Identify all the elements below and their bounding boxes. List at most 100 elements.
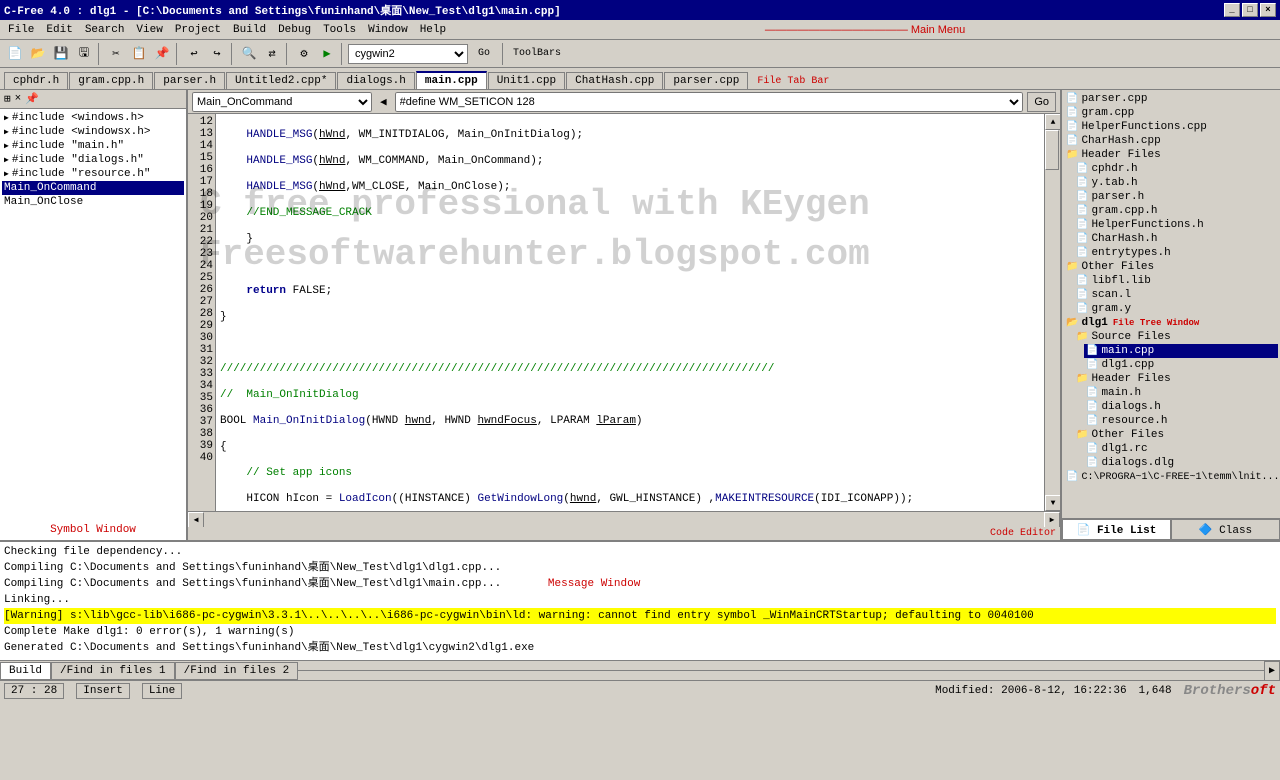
symbol-dropdown[interactable]: #define WM_SETICON 128 [395,92,1024,112]
save-file-button[interactable]: 💾 [50,43,72,65]
symbol-item-main-oncommand[interactable]: Main_OnCommand [2,181,184,195]
compiler-dropdown[interactable]: cygwin2 [348,44,468,64]
scroll-right-button[interactable]: ▶ [1044,512,1060,528]
menu-help[interactable]: Help [414,22,452,38]
tab-gram[interactable]: gram.cpp.h [69,72,153,89]
function-dropdown[interactable]: Main_OnCommand [192,92,372,112]
find-in-files-1-tab[interactable]: /Find in files 1 [51,662,175,680]
ft-other-files-folder2[interactable]: 📁 Other Files [1074,428,1278,442]
ft-dlg1-cpp[interactable]: 📄 dlg1.cpp [1084,358,1278,372]
ft-helper-h[interactable]: 📄 HelperFunctions.h [1074,218,1278,232]
menu-view[interactable]: View [130,22,168,38]
symbol-item-main-h[interactable]: ▶ #include "main.h" [2,139,184,153]
go-button[interactable]: Go [469,43,499,65]
menu-window[interactable]: Window [362,22,414,38]
ft-other-files-folder[interactable]: 📁 Other Files [1064,260,1278,274]
symbol-item-resource-h[interactable]: ▶ #include "resource.h" [2,167,184,181]
tree-label: #include <windowsx.h> [12,126,151,138]
scroll-thumb[interactable] [1045,130,1059,170]
menu-project[interactable]: Project [169,22,227,38]
ft-libfl-lib[interactable]: 📄 libfl.lib [1074,274,1278,288]
vertical-scrollbar[interactable]: ▲ ▼ [1044,114,1060,511]
code-line-24: { [220,440,1040,454]
copy-button[interactable]: 📋 [128,43,150,65]
close-button[interactable]: × [1260,3,1276,17]
ft-dlg1-project[interactable]: 📂 dlg1 File Tree Window [1064,316,1278,330]
ft-header-files-folder[interactable]: 📁 Header Files [1064,148,1278,162]
menu-tools[interactable]: Tools [317,22,362,38]
tab-parser[interactable]: parser.h [154,72,225,89]
ft-scan-l[interactable]: 📄 scan.l [1074,288,1278,302]
paste-button[interactable]: 📌 [151,43,173,65]
file-list-tab[interactable]: 📄 File List [1062,519,1171,540]
ft-gram-cpp-h[interactable]: 📄 gram.cpp.h [1074,204,1278,218]
minimize-button[interactable]: _ [1224,3,1240,17]
ft-charhash-cpp[interactable]: 📄 CharHash.cpp [1064,134,1278,148]
ft-dialogs-h[interactable]: 📄 dialogs.h [1084,400,1278,414]
ft-gram-cpp[interactable]: 📄 gram.cpp [1064,106,1278,120]
ft-source-files-folder[interactable]: 📁 Source Files [1074,330,1278,344]
run-button[interactable]: ▶ [316,43,338,65]
ft-main-h[interactable]: 📄 main.h [1084,386,1278,400]
ft-cphdr-h[interactable]: 📄 cphdr.h [1074,162,1278,176]
symbol-item-windowsx-h[interactable]: ▶ #include <windowsx.h> [2,125,184,139]
file-tree-content: 📄 parser.cpp 📄 gram.cpp 📄 HelperFunction… [1062,90,1280,518]
ft-parser-h[interactable]: 📄 parser.h [1074,190,1278,204]
tab-untitled[interactable]: Untitled2.cpp* [226,72,336,89]
ft-dlg1-rc[interactable]: 📄 dlg1.rc [1084,442,1278,456]
symbol-item-windows-h[interactable]: ▶ #include <windows.h> [2,111,184,125]
ft-dialogs-dlg[interactable]: 📄 dialogs.dlg [1084,456,1278,470]
code-area[interactable]: HANDLE_MSG(hWnd, WM_INITDIALOG, Main_OnI… [216,114,1044,511]
ft-gram-y[interactable]: 📄 gram.y [1074,302,1278,316]
ft-parser-cpp[interactable]: 📄 parser.cpp [1064,92,1278,106]
save-all-button[interactable]: 🖫 [73,43,95,65]
menu-debug[interactable]: Debug [272,22,317,38]
scroll-track[interactable] [1045,130,1060,495]
compile-button[interactable]: ⚙ [293,43,315,65]
scroll-up-button[interactable]: ▲ [1045,114,1060,130]
replace-button[interactable]: ⇄ [261,43,283,65]
class-tab[interactable]: 🔷 Class [1171,519,1280,540]
scroll-left-button[interactable]: ◀ [188,512,204,528]
menu-search[interactable]: Search [79,22,131,38]
cut-button[interactable]: ✂ [105,43,127,65]
ft-entrytypes-h[interactable]: 📄 entrytypes.h [1074,246,1278,260]
build-tab[interactable]: Build [0,662,51,680]
tree-label: Main_OnClose [4,196,83,208]
menu-build[interactable]: Build [227,22,272,38]
symbol-close: × [15,93,22,105]
redo-button[interactable]: ↪ [206,43,228,65]
scroll-down-button[interactable]: ▼ [1045,495,1060,511]
tab-dialogs[interactable]: dialogs.h [337,72,414,89]
horizontal-scrollbar[interactable]: ◀ ▶ [188,511,1060,527]
ft-label: dialogs.h [1101,401,1160,413]
ft-charhash-h[interactable]: 📄 CharHash.h [1074,232,1278,246]
ft-helperfunctions-cpp[interactable]: 📄 HelperFunctions.cpp [1064,120,1278,134]
menu-file[interactable]: File [2,22,40,38]
ft-header-files-folder2[interactable]: 📁 Header Files [1074,372,1278,386]
msg-warning-line: [Warning] s:\lib\gcc-lib\i686-pc-cygwin\… [4,608,1276,624]
menu-edit[interactable]: Edit [40,22,78,38]
symbol-item-main-onclose[interactable]: Main_OnClose [2,195,184,209]
h-scroll-track[interactable] [204,512,1044,528]
tab-parser2[interactable]: parser.cpp [664,72,748,89]
tab-chathash[interactable]: ChatHash.cpp [566,72,663,89]
ft-main-cpp[interactable]: 📄 main.cpp [1084,344,1278,358]
open-file-button[interactable]: 📂 [27,43,49,65]
tab-cphdr[interactable]: cphdr.h [4,72,68,89]
search-button[interactable]: 🔍 [238,43,260,65]
maximize-button[interactable]: □ [1242,3,1258,17]
go-button[interactable]: Go [1027,92,1056,112]
tab-scroll-button[interactable]: ▶ [1264,661,1280,681]
ft-resource-h[interactable]: 📄 resource.h [1084,414,1278,428]
folder-icon: 📁 [1076,331,1088,343]
line-num: 24 [190,260,213,272]
find-in-files-2-tab[interactable]: /Find in files 2 [175,662,299,680]
ft-ytab-h[interactable]: 📄 y.tab.h [1074,176,1278,190]
tab-unit1[interactable]: Unit1.cpp [488,72,565,89]
undo-button[interactable]: ↩ [183,43,205,65]
tab-main[interactable]: main.cpp [416,71,487,89]
new-file-button[interactable]: 📄 [4,43,26,65]
ft-progra-path[interactable]: 📄 C:\PROGRA~1\C-FREE~1\temm\lnit... [1064,470,1278,484]
symbol-item-dialogs-h[interactable]: ▶ #include "dialogs.h" [2,153,184,167]
